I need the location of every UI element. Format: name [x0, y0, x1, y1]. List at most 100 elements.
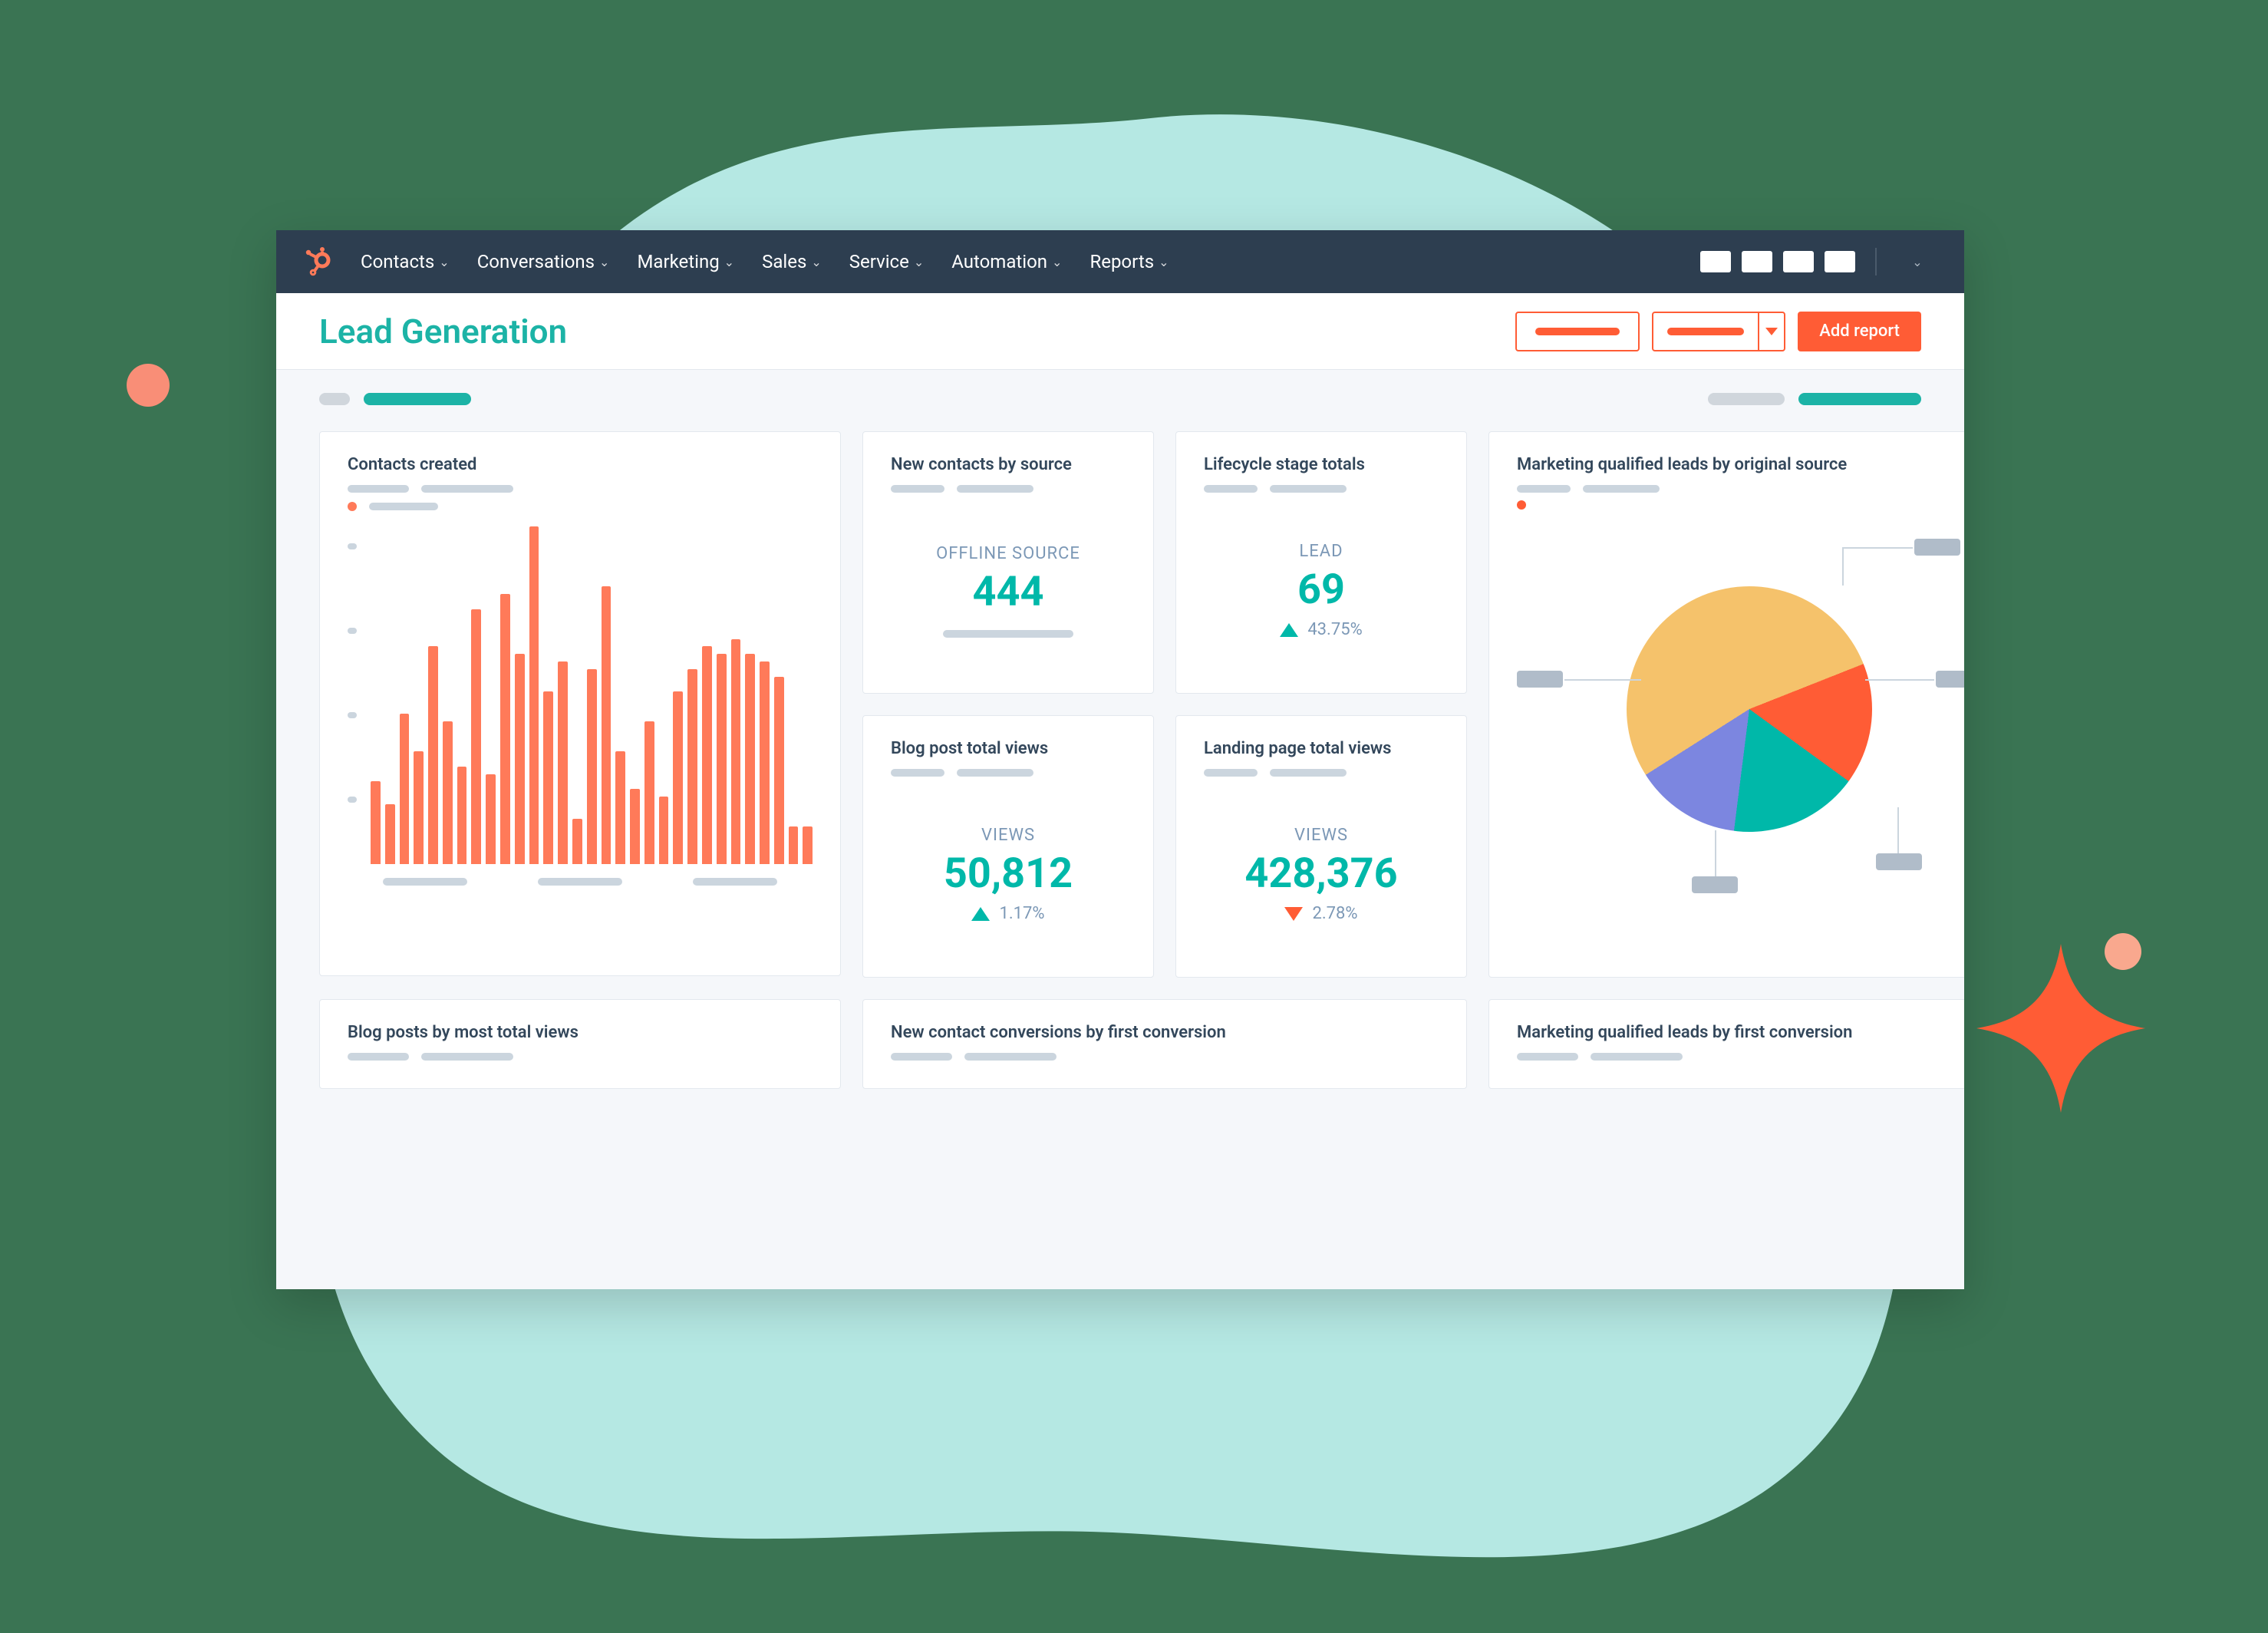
bar: [602, 586, 612, 864]
placeholder: [319, 393, 350, 405]
y-tick: [348, 797, 357, 803]
card-title: Marketing qualified leads by original so…: [1517, 455, 1964, 474]
placeholder: [421, 485, 513, 493]
nav-item-contacts[interactable]: Contacts ⌄: [361, 251, 450, 272]
pie-chart: [1627, 586, 1872, 832]
card-title: Blog posts by most total views: [348, 1023, 813, 1042]
kpi-value: 69: [1204, 566, 1439, 614]
placeholder: [538, 878, 622, 886]
nav-item-marketing[interactable]: Marketing⌄: [637, 251, 734, 272]
nav-label: Conversations: [477, 251, 595, 272]
delta-value: 1.17%: [999, 904, 1044, 923]
pie-callout-label: [1517, 671, 1563, 688]
nav-icon-placeholder[interactable]: [1742, 251, 1772, 272]
pie-callout-label: [1914, 539, 1960, 556]
bar: [731, 639, 741, 864]
bar: [529, 526, 539, 864]
bar: [543, 691, 553, 864]
card-title: Landing page total views: [1204, 739, 1439, 758]
nav-item-automation[interactable]: Automation⌄: [951, 251, 1062, 272]
placeholder: [891, 769, 944, 777]
bar: [687, 669, 697, 864]
nav-items: Contacts ⌄ Conversations ⌄ Marketing⌄ Sale…: [361, 251, 1700, 272]
placeholder: [1204, 485, 1258, 493]
placeholder-bar: [1667, 328, 1744, 335]
card-lifecycle-stage-totals: Lifecycle stage totals LEAD 69 43.75%: [1175, 431, 1467, 694]
nav-item-reports[interactable]: Reports ⌄: [1089, 251, 1169, 272]
add-report-button[interactable]: Add report: [1798, 312, 1921, 351]
placeholder: [957, 769, 1033, 777]
placeholder: [1517, 485, 1571, 493]
placeholder: [957, 485, 1033, 493]
bar: [471, 609, 481, 864]
chevron-down-icon: ⌄: [439, 255, 449, 269]
pie-legend: [1517, 500, 1964, 510]
bars-container: [371, 526, 813, 864]
bar: [717, 654, 727, 864]
bar: [673, 691, 683, 864]
nav-icon-placeholder[interactable]: [1825, 251, 1855, 272]
split-dropdown[interactable]: [1758, 313, 1784, 350]
delta-value: 43.75%: [1307, 620, 1362, 639]
placeholder: [891, 485, 944, 493]
bar: [630, 789, 640, 864]
bar: [745, 654, 755, 864]
card-new-contacts-by-source: New contacts by source OFFLINE SOURCE 44…: [862, 431, 1154, 694]
x-axis-labels: [348, 878, 813, 886]
app-window: Contacts ⌄ Conversations ⌄ Marketing⌄ Sale…: [276, 230, 1964, 1289]
card-title: Blog post total views: [891, 739, 1126, 758]
pie-callout-label: [1692, 876, 1738, 893]
pie-callout-line: [1897, 807, 1899, 853]
pie-callout-line: [1844, 547, 1913, 549]
add-report-label: Add report: [1819, 322, 1900, 341]
contacts-bar-chart: [348, 526, 813, 864]
account-menu[interactable]: ⌄: [1897, 247, 1938, 276]
header-button-outline-split[interactable]: [1652, 312, 1785, 351]
chevron-down-icon: ⌄: [1052, 255, 1062, 269]
pie-callout-line: [1842, 547, 1844, 586]
placeholder: [1798, 393, 1921, 405]
card-mql-by-original-source: Marketing qualified leads by original so…: [1488, 431, 1964, 978]
nav-item-conversations[interactable]: Conversations ⌄: [477, 251, 610, 272]
bar: [644, 721, 654, 864]
card-contact-conversions: New contact conversions by first convers…: [862, 999, 1467, 1089]
placeholder: [1708, 393, 1785, 405]
caret-up-icon: [971, 907, 990, 921]
caret-down-icon: [1765, 328, 1778, 335]
nav-label: Contacts: [361, 251, 434, 272]
chevron-down-icon: ⌄: [811, 255, 821, 269]
chevron-down-icon: ⌄: [1159, 255, 1169, 269]
kpi-value: 428,376: [1204, 849, 1439, 898]
hubspot-logo-icon[interactable]: [302, 246, 333, 277]
chevron-down-icon: ⌄: [724, 255, 734, 269]
placeholder: [891, 1053, 952, 1061]
toolbar-placeholders: [276, 370, 1964, 413]
placeholder: [1270, 769, 1347, 777]
top-nav: Contacts ⌄ Conversations ⌄ Marketing⌄ Sale…: [276, 230, 1964, 293]
bar: [443, 721, 453, 864]
nav-icon-placeholder[interactable]: [1700, 251, 1731, 272]
bar: [774, 677, 784, 864]
legend-dot: [348, 502, 357, 511]
placeholder: [364, 393, 471, 405]
nav-icon-placeholder[interactable]: [1783, 251, 1814, 272]
split-main[interactable]: [1653, 313, 1758, 350]
kpi-label: LEAD: [1204, 542, 1439, 561]
placeholder: [383, 878, 467, 886]
nav-label: Reports: [1089, 251, 1154, 272]
bar: [587, 669, 597, 864]
nav-item-service[interactable]: Service⌄: [849, 251, 924, 272]
kpi-label: OFFLINE SOURCE: [891, 544, 1126, 563]
kpi-value: 444: [891, 568, 1126, 616]
bar: [500, 594, 510, 864]
card-mql-by-first-conversion: Marketing qualified leads by first conve…: [1488, 999, 1964, 1089]
bar: [659, 797, 669, 864]
card-title: Marketing qualified leads by first conve…: [1517, 1023, 1964, 1042]
kpi-delta: 2.78%: [1204, 904, 1439, 923]
card-title: New contact conversions by first convers…: [891, 1023, 1439, 1042]
chevron-down-icon: ⌄: [599, 255, 609, 269]
nav-item-sales[interactable]: Sales⌄: [762, 251, 822, 272]
header-button-outline-1[interactable]: [1515, 312, 1640, 351]
pie-callout-label: [1936, 671, 1964, 688]
bar: [400, 714, 410, 864]
